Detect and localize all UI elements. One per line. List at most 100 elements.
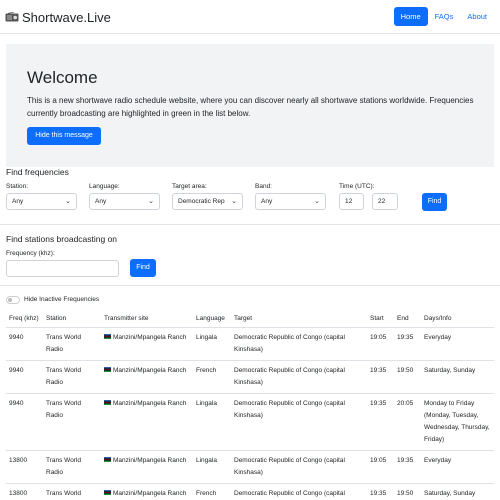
cell-freq: 13800: [6, 483, 43, 500]
cell-target: Democratic Republic of Congo (capital Ki…: [231, 483, 367, 500]
col-header-target[interactable]: Target: [231, 310, 367, 328]
welcome-panel: Welcome This is a new shortwave radio sc…: [6, 44, 494, 167]
station-label: Station:: [6, 183, 29, 190]
time-label: Time (UTC):: [339, 183, 375, 190]
site-name: Manzini/Mpangela Ranch: [113, 457, 187, 464]
hide-message-button[interactable]: Hide this message: [27, 127, 101, 145]
band-label: Band:: [255, 183, 272, 190]
cell-days: Monday to Friday (Monday, Tuesday, Wedne…: [421, 393, 494, 451]
nav-about-link[interactable]: About: [460, 7, 494, 26]
cell-freq: 9940: [6, 360, 43, 394]
flag-icon: [104, 457, 111, 462]
band-select[interactable]: Any ⌄: [255, 193, 326, 210]
find-frequencies-title: Find frequencies: [6, 167, 69, 177]
col-header-days[interactable]: Days/Info: [421, 310, 494, 328]
cell-days: Saturday, Sunday: [421, 360, 494, 394]
cell-station: Trans World Radio: [43, 393, 101, 451]
cell-site: Manzini/Mpangela Ranch: [101, 483, 193, 500]
find-stations-button[interactable]: Find: [130, 259, 156, 277]
hide-inactive-toggle[interactable]: [6, 296, 20, 304]
target-area-select-value: Democratic Rep: [178, 198, 225, 205]
cell-site: Manzini/Mpangela Ranch: [101, 450, 193, 484]
cell-site: Manzini/Mpangela Ranch: [101, 360, 193, 394]
hide-inactive-label: Hide Inactive Frequencies: [24, 296, 100, 303]
welcome-text: This is a new shortwave radio schedule w…: [27, 96, 474, 118]
find-stations-title: Find stations broadcasting on: [6, 234, 118, 244]
flag-icon: [104, 367, 111, 372]
table-row[interactable]: 13800 Trans World Radio Manzini/Mpangela…: [6, 483, 494, 500]
site-name: Manzini/Mpangela Ranch: [113, 367, 187, 374]
cell-target: Democratic Republic of Congo (capital Ki…: [231, 393, 367, 451]
col-header-start[interactable]: Start: [367, 310, 394, 328]
cell-language: Lingala: [193, 327, 231, 361]
chevron-down-icon: ⌄: [65, 198, 71, 205]
table-row[interactable]: 9940 Trans World Radio Manzini/Mpangela …: [6, 360, 494, 394]
site-name: Manzini/Mpangela Ranch: [113, 400, 187, 407]
nav-home-link[interactable]: Home: [393, 7, 428, 26]
col-header-station[interactable]: Station: [43, 310, 101, 328]
target-area-label: Target area:: [172, 183, 207, 190]
chevron-down-icon: ⌄: [314, 198, 320, 205]
col-header-language[interactable]: Language: [193, 310, 231, 328]
cell-end: 19:35: [394, 450, 421, 484]
cell-start: 19:05: [367, 327, 394, 361]
cell-language: French: [193, 483, 231, 500]
language-select-value: Any: [95, 198, 107, 205]
cell-freq: 9940: [6, 393, 43, 451]
nav-faqs-link[interactable]: FAQs: [428, 7, 461, 26]
col-header-freq[interactable]: Freq (khz): [6, 310, 43, 328]
nav-links: Home FAQs About: [393, 7, 494, 26]
cell-freq: 13800: [6, 450, 43, 484]
cell-start: 19:05: [367, 450, 394, 484]
col-header-site[interactable]: Transmitter site: [101, 310, 193, 328]
site-name: Manzini/Mpangela Ranch: [113, 334, 187, 341]
band-select-value: Any: [261, 198, 273, 205]
frequency-label: Frequency (khz):: [6, 250, 55, 257]
cell-days: Everyday: [421, 327, 494, 361]
site-name: Manzini/Mpangela Ranch: [113, 490, 187, 497]
cell-end: 19:35: [394, 327, 421, 361]
time-minute-input[interactable]: 22: [372, 193, 398, 210]
section-divider: [0, 285, 500, 286]
cell-station: Trans World Radio: [43, 360, 101, 394]
cell-end: 19:50: [394, 483, 421, 500]
section-divider: [0, 224, 500, 225]
language-select[interactable]: Any ⌄: [89, 193, 160, 210]
chevron-down-icon: ⌄: [231, 198, 237, 205]
cell-language: French: [193, 360, 231, 394]
navbar: Shortwave.Live Home FAQs About: [0, 0, 500, 34]
cell-days: Saturday, Sunday: [421, 483, 494, 500]
col-header-end[interactable]: End: [394, 310, 421, 328]
cell-station: Trans World Radio: [43, 450, 101, 484]
cell-station: Trans World Radio: [43, 327, 101, 361]
cell-freq: 9940: [6, 327, 43, 361]
chevron-down-icon: ⌄: [148, 198, 154, 205]
cell-start: 19:35: [367, 393, 394, 451]
cell-start: 19:35: [367, 483, 394, 500]
table-row[interactable]: 13800 Trans World Radio Manzini/Mpangela…: [6, 450, 494, 484]
target-area-select[interactable]: Democratic Rep ⌄: [172, 193, 243, 210]
station-select[interactable]: Any ⌄: [6, 193, 77, 210]
cell-days: Everyday: [421, 450, 494, 484]
table-header-row: Freq (khz) Station Transmitter site Lang…: [6, 310, 494, 328]
frequency-table: Freq (khz) Station Transmitter site Lang…: [6, 310, 494, 500]
cell-site: Manzini/Mpangela Ranch: [101, 393, 193, 451]
table-row[interactable]: 9940 Trans World Radio Manzini/Mpangela …: [6, 393, 494, 451]
time-hour-input[interactable]: 12: [339, 193, 364, 210]
find-frequencies-button[interactable]: Find: [422, 193, 447, 211]
brand-name: Shortwave.Live: [22, 9, 111, 25]
language-label: Language:: [89, 183, 120, 190]
cell-target: Democratic Republic of Congo (capital Ki…: [231, 360, 367, 394]
frequency-input[interactable]: [6, 260, 119, 277]
cell-end: 19:50: [394, 360, 421, 394]
cell-language: Lingala: [193, 450, 231, 484]
flag-icon: [104, 400, 111, 405]
brand[interactable]: Shortwave.Live: [5, 7, 111, 27]
cell-target: Democratic Republic of Congo (capital Ki…: [231, 327, 367, 361]
table-row[interactable]: 9940 Trans World Radio Manzini/Mpangela …: [6, 327, 494, 361]
flag-icon: [104, 490, 111, 495]
cell-station: Trans World Radio: [43, 483, 101, 500]
radio-icon: [5, 12, 19, 22]
welcome-title: Welcome: [27, 68, 98, 87]
cell-site: Manzini/Mpangela Ranch: [101, 327, 193, 361]
